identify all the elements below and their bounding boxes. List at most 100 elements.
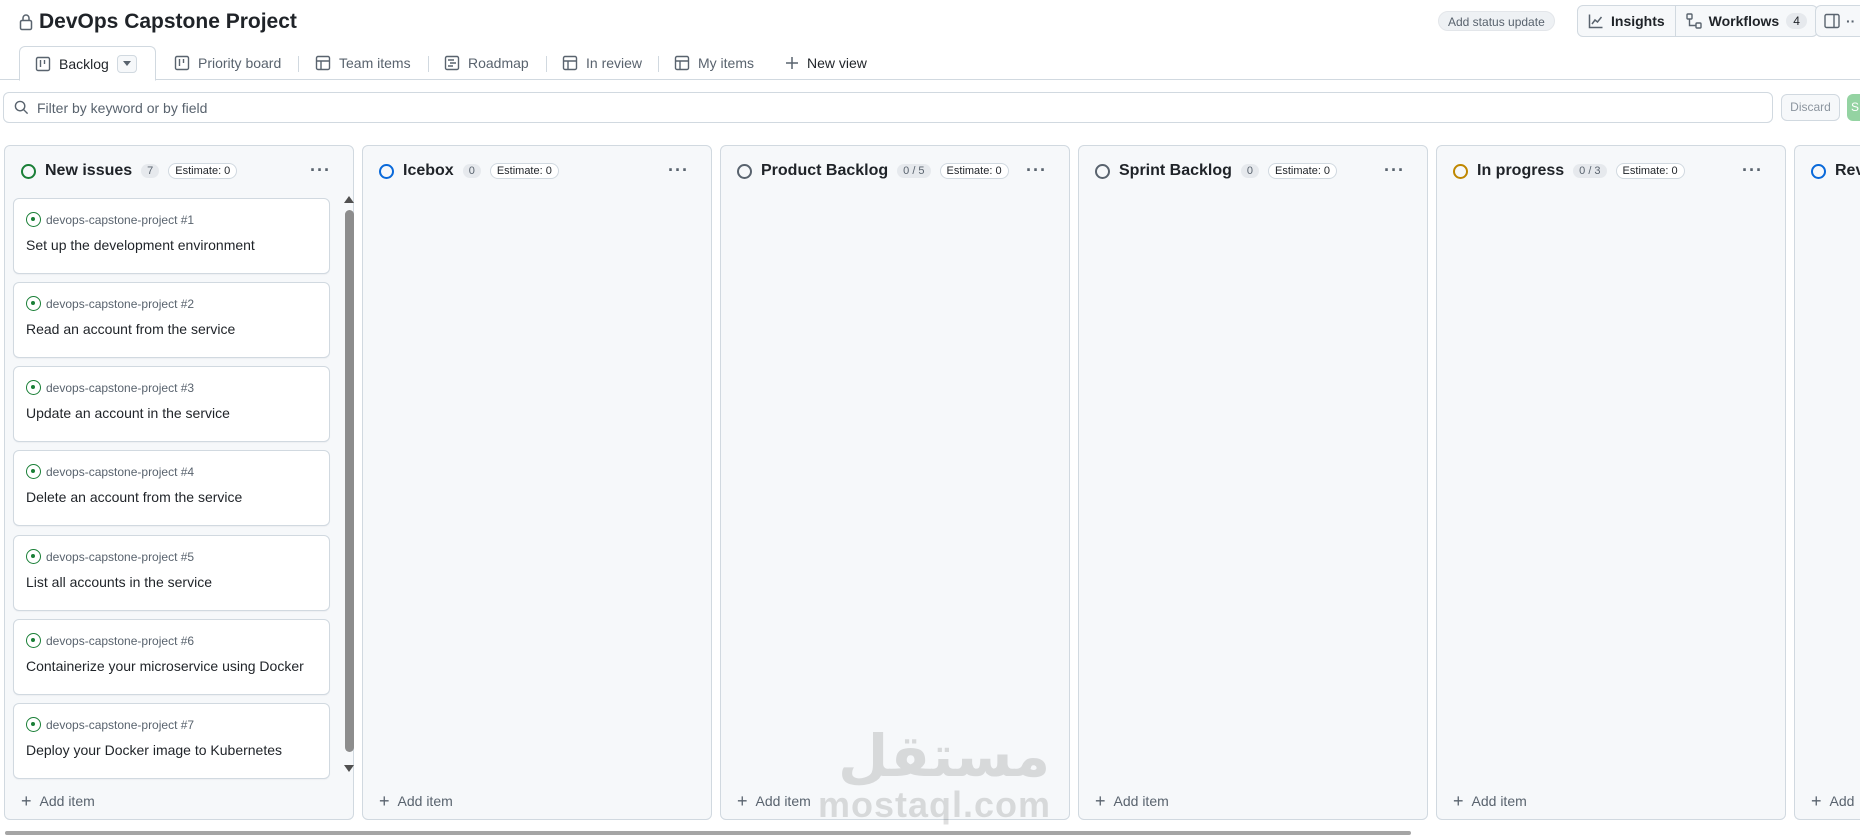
issue-open-icon: [26, 380, 41, 395]
column-count: 7: [141, 164, 160, 178]
status-circle-icon: [1095, 163, 1110, 179]
kebab-icon[interactable]: ··: [1846, 13, 1855, 29]
column-menu-button[interactable]: ···: [310, 160, 331, 181]
column-scrollbar[interactable]: [344, 196, 354, 772]
issue-open-icon: [26, 717, 41, 732]
card-title[interactable]: Read an account from the service: [26, 321, 235, 337]
card-title[interactable]: Deploy your Docker image to Kubernetes: [26, 742, 282, 758]
tab-backlog-label: Backlog: [59, 55, 109, 72]
tab-options-button[interactable]: [116, 54, 137, 73]
plus-icon: +: [21, 791, 32, 811]
card-repo-label: devops-capstone-project #7: [46, 717, 195, 732]
tab-separator: [658, 56, 659, 72]
scroll-thumb[interactable]: [345, 210, 354, 752]
card[interactable]: devops-capstone-project #6 Containerize …: [13, 619, 330, 695]
column-header: Rev: [1811, 162, 1860, 180]
card-repo-label: devops-capstone-project #5: [46, 549, 195, 564]
card[interactable]: devops-capstone-project #4 Delete an acc…: [13, 450, 330, 526]
lock-icon: [19, 14, 33, 31]
workflows-button[interactable]: Workflows 4: [1674, 6, 1817, 36]
insights-button[interactable]: Insights: [1578, 6, 1675, 36]
card[interactable]: devops-capstone-project #7 Deploy your D…: [13, 703, 330, 779]
column-icebox: Icebox 0 Estimate: 0 ··· + Add item: [362, 145, 712, 820]
column-in-progress: In progress 0 / 3 Estimate: 0 ··· + Add …: [1436, 145, 1786, 820]
card-repo: devops-capstone-project #7: [26, 717, 194, 732]
add-item-button[interactable]: + Add item: [1453, 792, 1527, 810]
plus-icon: +: [379, 791, 390, 811]
card-title[interactable]: List all accounts in the service: [26, 574, 212, 590]
issue-open-icon: [26, 296, 41, 311]
column-estimate: Estimate: 0: [939, 163, 1009, 179]
card[interactable]: devops-capstone-project #3 Update an acc…: [13, 366, 330, 442]
column-estimate: Estimate: 0: [489, 163, 559, 179]
save-button[interactable]: S: [1847, 94, 1860, 121]
tab-roadmap[interactable]: Roadmap: [436, 46, 537, 80]
filter-bar: [3, 92, 1773, 123]
card-repo: devops-capstone-project #5: [26, 549, 194, 564]
card-title[interactable]: Delete an account from the service: [26, 489, 242, 505]
add-item-button[interactable]: + Add item: [737, 791, 811, 811]
add-item-label: Add item: [755, 793, 811, 809]
project-header: DevOps Capstone Project Add status updat…: [0, 0, 1860, 44]
column-menu-button[interactable]: ···: [668, 160, 689, 181]
card[interactable]: devops-capstone-project #2 Read an accou…: [13, 282, 330, 358]
tab-priority-board[interactable]: Priority board: [166, 46, 289, 80]
discard-button[interactable]: Discard: [1781, 94, 1840, 121]
column-sprint-backlog: Sprint Backlog 0 Estimate: 0 ··· + Add i…: [1078, 145, 1428, 820]
tab-team-items[interactable]: Team items: [307, 46, 419, 80]
issue-open-icon: [26, 212, 41, 227]
card-title[interactable]: Set up the development environment: [26, 237, 255, 253]
scroll-down-arrow[interactable]: [344, 765, 354, 772]
plus-icon: +: [737, 791, 748, 811]
column-product-backlog: Product Backlog 0 / 5 Estimate: 0 ··· + …: [720, 145, 1070, 820]
tab-separator: [546, 56, 547, 72]
column-new-issues: New issues 7 Estimate: 0 ··· devops-caps…: [4, 145, 354, 820]
side-panel-button[interactable]: ··: [1815, 5, 1860, 37]
filter-input[interactable]: [37, 99, 1737, 116]
tab-my-items-label: My items: [698, 55, 754, 71]
card-title[interactable]: Containerize your microservice using Doc…: [26, 658, 304, 674]
add-item-button[interactable]: + Add item: [1095, 792, 1169, 810]
add-item-label: Add: [1829, 793, 1855, 809]
card-repo-label: devops-capstone-project #1: [46, 212, 195, 227]
card[interactable]: devops-capstone-project #1 Set up the de…: [13, 198, 330, 274]
plus-icon: [786, 57, 798, 69]
project-title-wrap: DevOps Capstone Project: [19, 10, 297, 34]
column-count: 0: [462, 164, 481, 178]
table-icon: [315, 55, 331, 71]
graph-icon: [1588, 14, 1603, 29]
column-title: Icebox: [403, 162, 454, 179]
scroll-up-arrow[interactable]: [344, 196, 354, 203]
add-item-button[interactable]: + Add item: [379, 791, 453, 811]
tab-backlog[interactable]: Backlog: [19, 46, 156, 81]
insights-label: Insights: [1611, 13, 1665, 29]
issue-open-icon: [26, 464, 41, 479]
card[interactable]: devops-capstone-project #5 List all acco…: [13, 535, 330, 611]
column-menu-button[interactable]: ···: [1742, 160, 1763, 181]
column-estimate: Estimate: 0: [168, 163, 238, 179]
status-circle-icon: [737, 163, 752, 179]
column-header: Sprint Backlog 0 Estimate: 0: [1095, 162, 1338, 180]
tab-my-items[interactable]: My items: [666, 46, 762, 80]
card-repo-label: devops-capstone-project #6: [46, 633, 195, 648]
add-item-button[interactable]: + Add item: [21, 791, 95, 811]
tab-new-view[interactable]: New view: [777, 46, 875, 80]
column-menu-button[interactable]: ···: [1384, 160, 1405, 181]
column-title: New issues: [45, 162, 133, 179]
add-status-update-button[interactable]: Add status update: [1438, 11, 1555, 31]
watermark-text: mostaql.com: [818, 784, 1052, 825]
column-title: Rev: [1835, 162, 1860, 179]
column-menu-button[interactable]: ···: [1026, 160, 1047, 181]
card-repo: devops-capstone-project #6: [26, 633, 194, 648]
column-count: 0 / 3: [1573, 164, 1607, 178]
roadmap-icon: [444, 55, 460, 71]
tab-new-view-label: New view: [807, 55, 867, 71]
card-title[interactable]: Update an account in the service: [26, 405, 230, 421]
horizontal-scrollbar[interactable]: [5, 831, 1411, 835]
workflows-count: 4: [1786, 13, 1807, 29]
board-icon: [35, 56, 51, 71]
sidebar-expand-icon: [1824, 13, 1840, 29]
add-item-button[interactable]: + Add: [1811, 792, 1855, 810]
tab-in-review[interactable]: In review: [554, 46, 650, 80]
tab-separator: [428, 56, 429, 72]
